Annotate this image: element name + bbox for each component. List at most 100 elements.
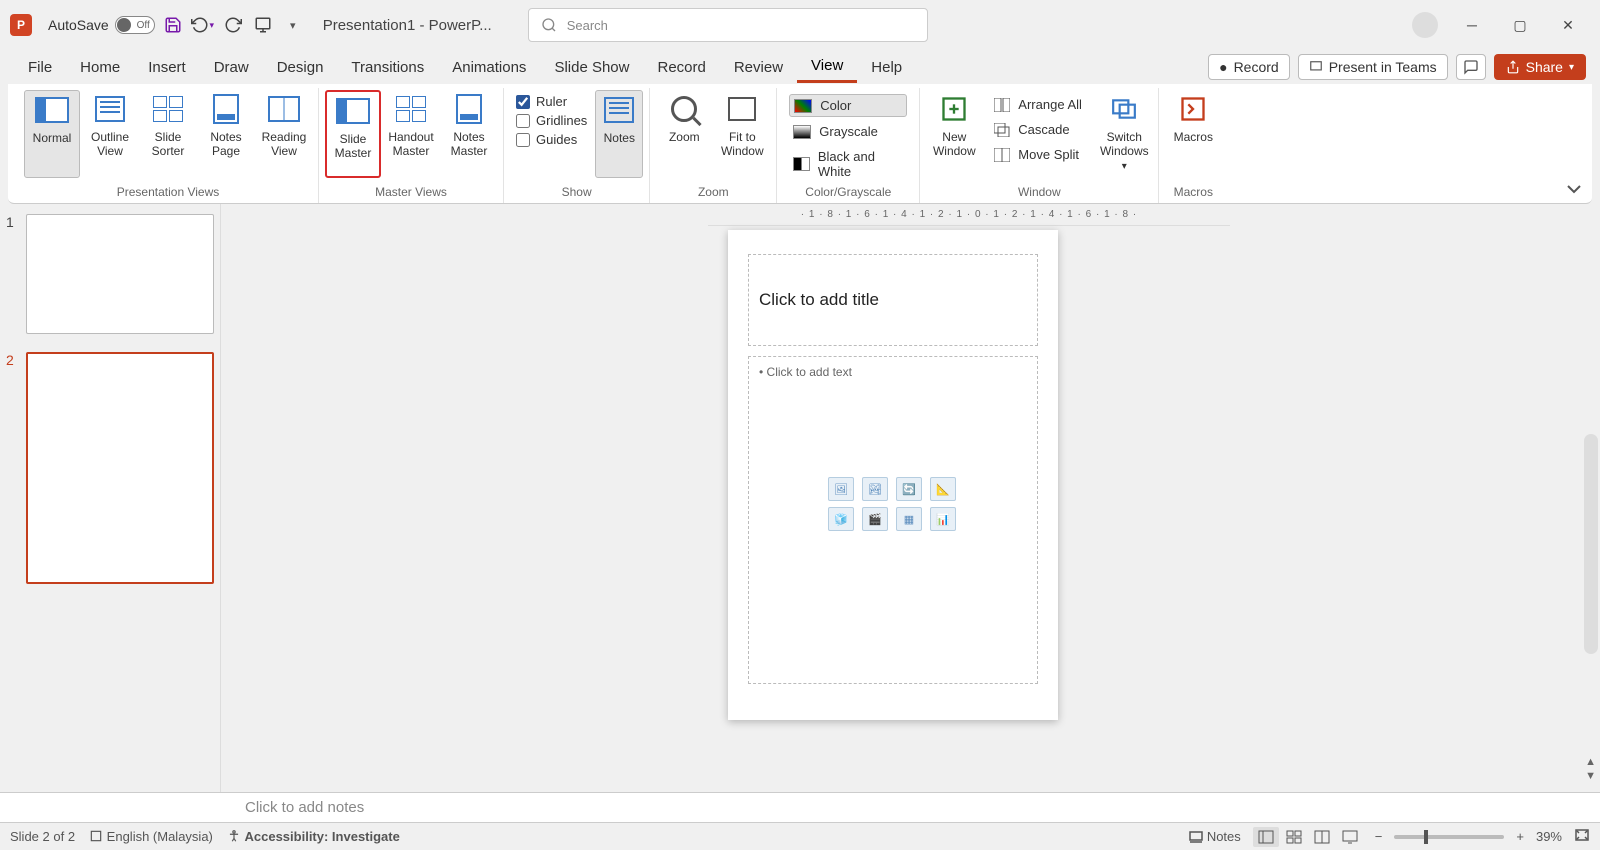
from-beginning-icon[interactable] <box>251 13 275 37</box>
notes-pane[interactable]: Click to add notes <box>0 792 1600 822</box>
record-button[interactable]: ● Record <box>1208 54 1290 80</box>
thumbnail-row[interactable]: 1 <box>6 214 214 334</box>
fit-to-window-button[interactable]: Fit to Window <box>714 90 770 178</box>
macros-button[interactable]: Macros <box>1165 90 1221 178</box>
insert-icon-icon[interactable]: 🔄 <box>896 477 922 501</box>
language-icon <box>89 829 103 843</box>
switch-windows-button[interactable]: Switch Windows ▾ <box>1096 90 1152 178</box>
content-placeholder[interactable]: • Click to add text 🖼 🏞 🔄 📐 🧊 🎬 ▦ 📊 <box>748 356 1038 684</box>
redo-icon[interactable] <box>221 13 245 37</box>
ruler-checkbox[interactable]: Ruler <box>516 94 587 109</box>
reading-view-icon[interactable] <box>1309 827 1335 847</box>
zoom-button[interactable]: Zoom <box>656 90 712 178</box>
normal-view-button[interactable]: Normal <box>24 90 80 178</box>
handout-master-button[interactable]: Handout Master <box>383 90 439 178</box>
autosave-control[interactable]: AutoSave Off <box>48 16 155 34</box>
tab-transitions[interactable]: Transitions <box>337 53 438 82</box>
tab-file[interactable]: File <box>14 53 66 82</box>
tab-insert[interactable]: Insert <box>134 53 200 82</box>
notes-button[interactable]: Notes <box>595 90 643 178</box>
insert-picture-icon[interactable]: 🏞 <box>862 477 888 501</box>
close-button[interactable]: ✕ <box>1554 11 1582 39</box>
language-indicator[interactable]: English (Malaysia) <box>89 829 213 844</box>
grayscale-button[interactable]: Grayscale <box>789 121 907 142</box>
black-and-white-button[interactable]: Black and White <box>789 146 907 182</box>
notes-page-button[interactable]: Notes Page <box>198 90 254 178</box>
guides-checkbox[interactable]: Guides <box>516 132 587 147</box>
reading-view-button[interactable]: Reading View <box>256 90 312 178</box>
qat-customize-icon[interactable]: ▾ <box>281 13 305 37</box>
tab-slideshow[interactable]: Slide Show <box>540 53 643 82</box>
tab-view[interactable]: View <box>797 51 857 83</box>
new-window-button[interactable]: New Window <box>926 90 982 178</box>
view-mode-buttons <box>1253 827 1363 847</box>
zoom-percentage[interactable]: 39% <box>1536 829 1562 844</box>
workspace: 1 2 · 1 · 8 · 1 · 6 · 1 · 4 · 1 · 2 · 1 … <box>0 204 1600 792</box>
maximize-button[interactable]: ▢ <box>1506 11 1534 39</box>
zoom-slider[interactable] <box>1394 835 1504 839</box>
cascade-button[interactable]: Cascade <box>990 119 1088 140</box>
previous-slide-button[interactable]: ▲ <box>1585 756 1596 768</box>
zoom-in-button[interactable]: + <box>1516 829 1524 844</box>
move-split-button[interactable]: Move Split <box>990 144 1088 165</box>
tab-animations[interactable]: Animations <box>438 53 540 82</box>
normal-view-icon[interactable] <box>1253 827 1279 847</box>
insert-chart-icon[interactable]: 📊 <box>930 507 956 531</box>
tab-record[interactable]: Record <box>643 53 719 82</box>
thumbnail-number: 1 <box>6 214 20 334</box>
group-color-grayscale: Color Grayscale Black and White Color/Gr… <box>777 88 920 203</box>
slide-thumbnail-panel[interactable]: 1 2 <box>0 204 220 792</box>
sorter-view-icon[interactable] <box>1281 827 1307 847</box>
notes-icon <box>1189 831 1203 843</box>
outline-view-button[interactable]: Outline View <box>82 90 138 178</box>
gridlines-checkbox[interactable]: Gridlines <box>516 113 587 128</box>
title-bar: P AutoSave Off ▾ ▾ Presentation1 - Power… <box>0 0 1600 50</box>
tab-review[interactable]: Review <box>720 53 797 82</box>
share-icon <box>1506 60 1520 74</box>
title-placeholder[interactable]: Click to add title <box>748 254 1038 346</box>
save-icon[interactable] <box>161 13 185 37</box>
comments-button[interactable] <box>1456 54 1486 80</box>
undo-icon[interactable]: ▾ <box>191 13 215 37</box>
slide-canvas[interactable]: Click to add title • Click to add text 🖼… <box>728 230 1058 720</box>
notes-placeholder: Click to add notes <box>245 799 364 816</box>
share-button[interactable]: Share ▾ <box>1494 54 1586 80</box>
minimize-button[interactable]: ─ <box>1458 11 1486 39</box>
slide-sorter-button[interactable]: Slide Sorter <box>140 90 196 178</box>
arrange-all-button[interactable]: Arrange All <box>990 94 1088 115</box>
accessibility-indicator[interactable]: Accessibility: Investigate <box>227 829 400 844</box>
group-show: Ruler Gridlines Guides Notes Show <box>504 88 650 203</box>
tab-help[interactable]: Help <box>857 53 916 82</box>
notes-toggle[interactable]: Notes <box>1189 829 1241 844</box>
tab-draw[interactable]: Draw <box>200 53 263 82</box>
notes-master-button[interactable]: Notes Master <box>441 90 497 178</box>
insert-smartart-icon[interactable]: 📐 <box>930 477 956 501</box>
tab-home[interactable]: Home <box>66 53 134 82</box>
slideshow-view-icon[interactable] <box>1337 827 1363 847</box>
insert-3d-icon[interactable]: 🧊 <box>828 507 854 531</box>
zoom-out-button[interactable]: − <box>1375 829 1383 844</box>
autosave-toggle[interactable]: Off <box>115 16 155 34</box>
content-insert-icons: 🖼 🏞 🔄 📐 🧊 🎬 ▦ 📊 <box>828 477 958 531</box>
color-button[interactable]: Color <box>789 94 907 117</box>
next-slide-button[interactable]: ▼ <box>1585 770 1596 782</box>
present-in-teams-button[interactable]: Present in Teams <box>1298 54 1448 80</box>
slide-master-button[interactable]: Slide Master <box>325 90 381 178</box>
vertical-ruler <box>220 204 248 792</box>
slide-thumbnail-2[interactable] <box>26 352 214 584</box>
fit-to-window-icon[interactable] <box>1574 828 1590 845</box>
move-split-icon <box>994 148 1010 162</box>
thumbnail-row[interactable]: 2 <box>6 352 214 584</box>
insert-table-icon[interactable]: ▦ <box>896 507 922 531</box>
insert-video-icon[interactable]: 🎬 <box>862 507 888 531</box>
ribbon-collapse-button[interactable] <box>1566 182 1582 197</box>
user-avatar[interactable] <box>1412 12 1438 38</box>
insert-stock-image-icon[interactable]: 🖼 <box>828 477 854 501</box>
slide-canvas-area[interactable]: · 1 · 8 · 1 · 6 · 1 · 4 · 1 · 2 · 1 · 0 … <box>248 204 1600 792</box>
slide-thumbnail-1[interactable] <box>26 214 214 334</box>
search-input[interactable]: Search <box>528 8 928 42</box>
tab-design[interactable]: Design <box>263 53 338 82</box>
vertical-scrollbar[interactable] <box>1584 434 1598 654</box>
horizontal-ruler: · 1 · 8 · 1 · 6 · 1 · 4 · 1 · 2 · 1 · 0 … <box>708 204 1230 226</box>
slide-indicator[interactable]: Slide 2 of 2 <box>10 829 75 844</box>
